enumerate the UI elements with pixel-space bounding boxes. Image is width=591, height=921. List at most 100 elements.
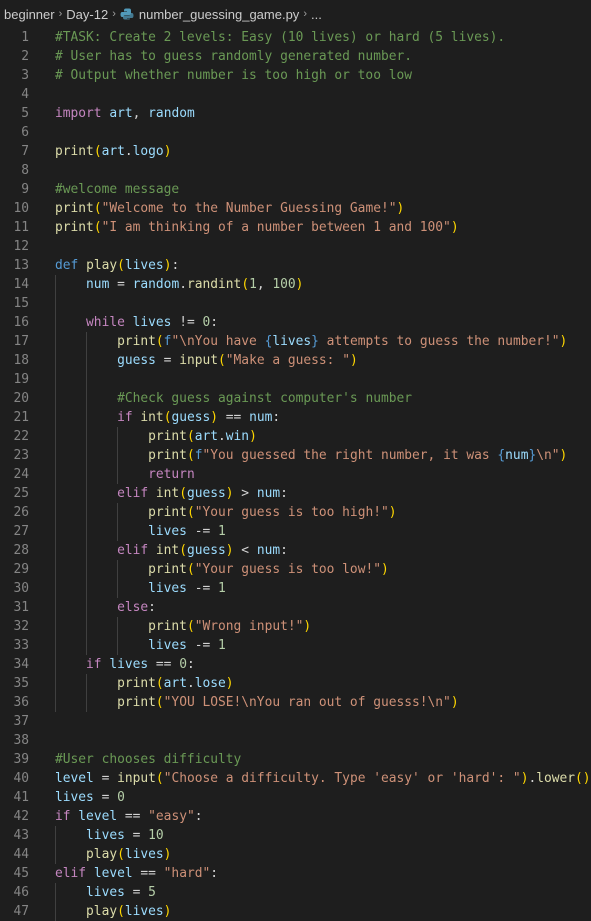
indent-guide: [55, 427, 56, 446]
code-line[interactable]: 39 #User chooses difficulty: [0, 750, 591, 769]
code-line[interactable]: 13 def play(lives):: [0, 256, 591, 275]
breadcrumb-symbols-ellipsis[interactable]: ...: [311, 7, 322, 22]
code-token: ): [380, 562, 389, 577]
code-line[interactable]: 20 #Check guess against computer's numbe…: [0, 389, 591, 408]
code-token: ): [225, 486, 234, 501]
indent-guide: [55, 294, 56, 313]
line-content: if int(guess) == num:: [29, 408, 280, 427]
line-number: 14: [13, 277, 29, 292]
code-token: print: [148, 562, 187, 577]
code-line[interactable]: 37: [0, 712, 591, 731]
code-token: .: [124, 144, 133, 159]
code-line[interactable]: 30 lives -= 1: [0, 579, 591, 598]
code-line[interactable]: 38: [0, 731, 591, 750]
code-line[interactable]: 18 guess = input("Make a guess: "): [0, 351, 591, 370]
indent-guide: [117, 579, 118, 598]
code-token: =: [155, 353, 180, 368]
code-token: elif: [117, 486, 149, 501]
code-line[interactable]: 3 # Output whether number is too high or …: [0, 66, 591, 85]
breadcrumb-folder-day-12[interactable]: Day-12: [66, 7, 108, 22]
code-line[interactable]: 12: [0, 237, 591, 256]
code-line[interactable]: 36 print("YOU LOSE!\nYou ran out of gues…: [0, 693, 591, 712]
line-number: 1: [21, 30, 29, 45]
indent-guide: [55, 655, 56, 674]
code-line[interactable]: 8: [0, 161, 591, 180]
code-line[interactable]: 9 #welcome message: [0, 180, 591, 199]
code-line[interactable]: 10 print("Welcome to the Number Guessing …: [0, 199, 591, 218]
code-line[interactable]: 2 # User has to guess randomly generated …: [0, 47, 591, 66]
code-token: (: [155, 771, 164, 786]
code-token: lives: [109, 657, 149, 672]
line-number: 34: [13, 657, 29, 672]
code-line[interactable]: 25 elif int(guess) > num:: [0, 484, 591, 503]
code-token: =: [124, 828, 149, 843]
code-line[interactable]: 28 elif int(guess) < num:: [0, 541, 591, 560]
code-token: #Check guess against computer's number: [117, 391, 413, 406]
code-line[interactable]: 6: [0, 123, 591, 142]
code-line[interactable]: 41 lives = 0: [0, 788, 591, 807]
code-token: "Wrong input!": [194, 619, 304, 634]
code-line[interactable]: 31 else:: [0, 598, 591, 617]
code-token: print: [148, 429, 187, 444]
code-token: int: [140, 410, 164, 425]
code-token: def: [55, 258, 79, 273]
code-token: ): [163, 847, 172, 862]
code-line[interactable]: 21 if int(guess) == num:: [0, 408, 591, 427]
code-line[interactable]: 24 return: [0, 465, 591, 484]
code-token: ==: [117, 809, 149, 824]
line-content: # Output whether number is too high or t…: [29, 66, 412, 85]
line-number: 37: [13, 714, 29, 729]
code-line[interactable]: 26 print("Your guess is too high!"): [0, 503, 591, 522]
code-line[interactable]: 34 if lives == 0:: [0, 655, 591, 674]
code-token: :: [280, 486, 288, 501]
line-content: [29, 161, 55, 180]
code-line[interactable]: 32 print("Wrong input!"): [0, 617, 591, 636]
code-line[interactable]: 22 print(art.win): [0, 427, 591, 446]
code-line[interactable]: 5 import art, random: [0, 104, 591, 123]
code-line[interactable]: 40 level = input("Choose a difficulty. Ty…: [0, 769, 591, 788]
code-token: lower: [536, 771, 576, 786]
code-line[interactable]: 42 if level == "easy":: [0, 807, 591, 826]
code-lines[interactable]: 1 #TASK: Create 2 levels: Easy (10 lives)…: [0, 28, 591, 921]
code-line[interactable]: 33 lives -= 1: [0, 636, 591, 655]
code-token: (: [241, 277, 250, 292]
code-line[interactable]: 4: [0, 85, 591, 104]
code-line[interactable]: 45 elif level == "hard":: [0, 864, 591, 883]
code-line[interactable]: 47 play(lives): [0, 902, 591, 921]
breadcrumb-folder-beginner[interactable]: beginner: [4, 7, 55, 22]
code-token: 0: [179, 657, 187, 672]
code-token: \n": [536, 448, 560, 463]
code-line[interactable]: 46 lives = 5: [0, 883, 591, 902]
code-token: # User has to guess randomly generated n…: [55, 49, 412, 64]
code-line[interactable]: 23 print(f"You guessed the right number,…: [0, 446, 591, 465]
code-line[interactable]: 16 while lives != 0:: [0, 313, 591, 332]
code-line[interactable]: 14 num = random.randint(1, 100): [0, 275, 591, 294]
code-line[interactable]: 35 print(art.lose): [0, 674, 591, 693]
chevron-right-icon: ›: [303, 8, 307, 20]
breadcrumb-file[interactable]: number_guessing_game.py: [120, 7, 299, 22]
code-line[interactable]: 1 #TASK: Create 2 levels: Easy (10 lives)…: [0, 28, 591, 47]
code-token: <: [233, 543, 257, 558]
code-line[interactable]: 17 print(f"\nYou have {lives} attempts t…: [0, 332, 591, 351]
indent-guide: [86, 503, 87, 522]
code-line[interactable]: 11 print("I am thinking of a number betwe…: [0, 218, 591, 237]
code-line[interactable]: 29 print("Your guess is too low!"): [0, 560, 591, 579]
code-line[interactable]: 43 lives = 10: [0, 826, 591, 845]
code-token: ): [210, 410, 219, 425]
code-line[interactable]: 15: [0, 294, 591, 313]
code-line[interactable]: 27 lives -= 1: [0, 522, 591, 541]
line-content: elif int(guess) < num:: [29, 541, 288, 560]
indent-guide: [86, 332, 87, 351]
code-token: elif: [55, 866, 87, 881]
code-token: if: [55, 809, 71, 824]
indent-guide: [55, 902, 56, 921]
line-number: 21: [13, 410, 29, 425]
line-number: 16: [13, 315, 29, 330]
code-line[interactable]: 19: [0, 370, 591, 389]
line-number: 40: [13, 771, 29, 786]
indent-guide: [55, 845, 56, 864]
code-editor[interactable]: beginner › Day-12 › number_guessing_game…: [0, 0, 591, 921]
line-number: 18: [13, 353, 29, 368]
code-line[interactable]: 44 play(lives): [0, 845, 591, 864]
code-line[interactable]: 7 print(art.logo): [0, 142, 591, 161]
